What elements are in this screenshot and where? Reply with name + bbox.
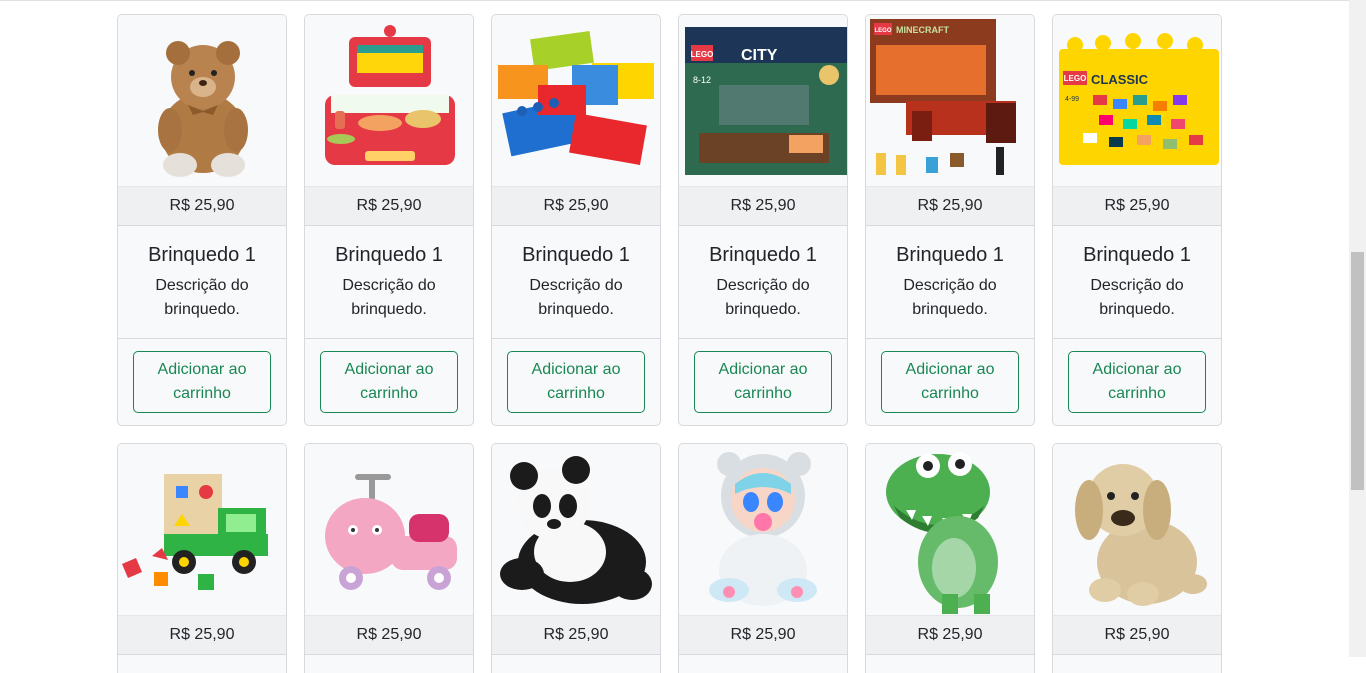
- product-card: R$ 25,90 Brinquedo 1 Descrição do brinqu…: [491, 14, 661, 426]
- shape-sorter-truck-image[interactable]: [118, 444, 286, 615]
- box-brand: LEGO: [1064, 74, 1087, 83]
- card-body: Brinquedo 1 Descrição do brinquedo.: [679, 226, 847, 339]
- card-body: Brinquedo 1 Descrição do brinquedo.: [1053, 226, 1221, 339]
- box-brand: LEGO: [691, 50, 714, 59]
- product-card: LEGO CITY 8-12 R$ 25,90 Brinquedo 1 Desc…: [678, 14, 848, 426]
- product-price: R$ 25,90: [866, 186, 1034, 226]
- product-price: R$ 25,90: [492, 186, 660, 226]
- product-description: Descrição do brinquedo.: [342, 277, 436, 318]
- dinosaur-rex-image[interactable]: [866, 444, 1034, 615]
- top-divider: [0, 0, 1349, 1]
- card-footer: Adicionar ao carrinho: [1053, 339, 1221, 425]
- product-card: R$ 25,90 Brinquedo 1 Descrição do brinqu…: [304, 14, 474, 426]
- card-footer: Adicionar ao carrinho: [679, 339, 847, 425]
- product-title: Brinquedo 1: [335, 244, 443, 266]
- card-body: Brinquedo 1 Descrição do brinquedo.: [866, 226, 1034, 339]
- product-card: R$ 25,90: [491, 443, 661, 673]
- lego-minecraft-box-image[interactable]: LEGO MINECRAFT: [866, 15, 1034, 186]
- add-to-cart-button[interactable]: Adicionar ao carrinho: [1068, 351, 1206, 413]
- product-title: Brinquedo 1: [148, 244, 256, 266]
- card-footer: Adicionar ao carrinho: [118, 339, 286, 425]
- teddy-bear-image[interactable]: [118, 15, 286, 186]
- product-card: LEGO MINECRAFT R$ 25,90 Brinquedo 1 Desc…: [865, 14, 1035, 426]
- lego-city-box-image[interactable]: LEGO CITY 8-12: [679, 15, 847, 186]
- product-row: R$ 25,90 Brinquedo 1 Descrição do brinqu…: [117, 14, 1222, 426]
- product-title: Brinquedo 1: [1083, 244, 1191, 266]
- ride-on-car-image[interactable]: [305, 444, 473, 615]
- product-price: R$ 25,90: [679, 615, 847, 655]
- toy-kitchen-image[interactable]: [305, 15, 473, 186]
- box-age: 8-12: [693, 75, 711, 85]
- card-body: Brinquedo 1 Descrição do brinquedo.: [118, 226, 286, 339]
- product-price: R$ 25,90: [866, 615, 1034, 655]
- product-row: R$ 25,90 R$ 25,90 R$ 25,90 R$ 25,90 R$ 2…: [117, 443, 1222, 673]
- lego-classic-box-image[interactable]: LEGO CLASSIC 4-99: [1053, 15, 1221, 186]
- card-footer: Adicionar ao carrinho: [492, 339, 660, 425]
- card-footer: Adicionar ao carrinho: [866, 339, 1034, 425]
- product-card: R$ 25,90: [304, 443, 474, 673]
- product-description: Descrição do brinquedo.: [1090, 277, 1184, 318]
- add-to-cart-button[interactable]: Adicionar ao carrinho: [881, 351, 1019, 413]
- product-price: R$ 25,90: [305, 186, 473, 226]
- panda-plush-image[interactable]: [492, 444, 660, 615]
- product-title: Brinquedo 1: [896, 244, 1004, 266]
- product-price: R$ 25,90: [679, 186, 847, 226]
- card-body: Brinquedo 1 Descrição do brinquedo.: [305, 226, 473, 339]
- product-price: R$ 25,90: [305, 615, 473, 655]
- box-line: CITY: [741, 47, 778, 64]
- box-line: MINECRAFT: [896, 25, 949, 35]
- product-card: LEGO CLASSIC 4-99 R$ 25,90 Brinquedo 1 D…: [1052, 14, 1222, 426]
- product-price: R$ 25,90: [118, 615, 286, 655]
- product-card: R$ 25,90: [1052, 443, 1222, 673]
- product-card: R$ 25,90: [678, 443, 848, 673]
- page-scrollbar[interactable]: [1349, 0, 1366, 657]
- card-body: Brinquedo 1 Descrição do brinquedo.: [492, 226, 660, 339]
- product-description: Descrição do brinquedo.: [716, 277, 810, 318]
- box-brand: LEGO: [874, 28, 891, 34]
- product-price: R$ 25,90: [118, 186, 286, 226]
- product-description: Descrição do brinquedo.: [529, 277, 623, 318]
- building-blocks-image[interactable]: [492, 15, 660, 186]
- product-price: R$ 25,90: [1053, 615, 1221, 655]
- baby-doll-image[interactable]: [679, 444, 847, 615]
- product-title: Brinquedo 1: [522, 244, 630, 266]
- box-line: CLASSIC: [1091, 72, 1149, 87]
- scrollbar-thumb[interactable]: [1351, 252, 1364, 490]
- add-to-cart-button[interactable]: Adicionar ao carrinho: [694, 351, 832, 413]
- product-card: R$ 25,90 Brinquedo 1 Descrição do brinqu…: [117, 14, 287, 426]
- product-price: R$ 25,90: [492, 615, 660, 655]
- product-price: R$ 25,90: [1053, 186, 1221, 226]
- add-to-cart-button[interactable]: Adicionar ao carrinho: [133, 351, 271, 413]
- product-description: Descrição do brinquedo.: [903, 277, 997, 318]
- product-card: R$ 25,90: [865, 443, 1035, 673]
- box-age: 4-99: [1065, 96, 1079, 103]
- product-title: Brinquedo 1: [709, 244, 817, 266]
- add-to-cart-button[interactable]: Adicionar ao carrinho: [320, 351, 458, 413]
- product-card: R$ 25,90: [117, 443, 287, 673]
- product-description: Descrição do brinquedo.: [155, 277, 249, 318]
- puppy-plush-image[interactable]: [1053, 444, 1221, 615]
- add-to-cart-button[interactable]: Adicionar ao carrinho: [507, 351, 645, 413]
- card-footer: Adicionar ao carrinho: [305, 339, 473, 425]
